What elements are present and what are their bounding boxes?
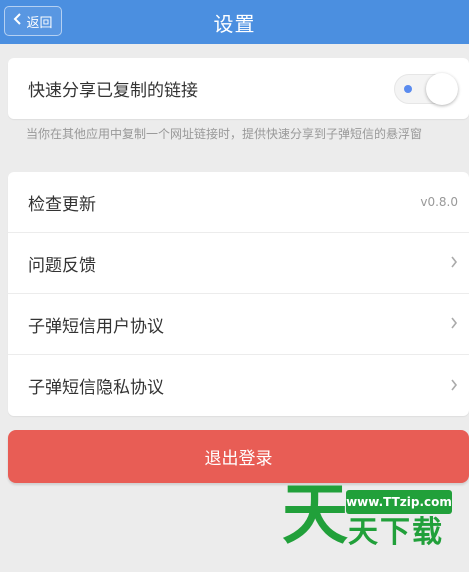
menu-item-label: 子弹短信用户协议 [28, 316, 164, 337]
share-hint-text: 当你在其他应用中复制一个网址链接时，提供快速分享到子弹短信的悬浮窗 [26, 127, 423, 141]
logout-button[interactable]: 退出登录 [8, 430, 469, 483]
share-setting-label: 快速分享已复制的链接 [28, 81, 198, 101]
chevron-left-icon [13, 13, 23, 29]
menu-item-check-update[interactable]: 检查更新 v0.8.0 [8, 172, 469, 233]
share-toggle[interactable] [394, 72, 458, 105]
back-label: 返回 [26, 15, 53, 31]
chevron-right-icon [450, 254, 458, 272]
menu-item-privacy-agreement[interactable]: 子弹短信隐私协议 [8, 355, 469, 416]
chevron-right-icon [450, 377, 458, 395]
chevron-right-icon [450, 315, 458, 333]
share-card: 快速分享已复制的链接 [8, 58, 469, 119]
watermark-url: www.TTzip.com [346, 490, 452, 514]
page-title: 设置 [213, 11, 256, 36]
watermark-text: 天下载 [348, 515, 444, 550]
menu-item-label: 问题反馈 [28, 255, 96, 276]
header-bar: 返回 设置 [0, 0, 469, 44]
logout-label: 退出登录 [204, 449, 273, 469]
menu-item-label: 检查更新 [28, 194, 96, 215]
menu-item-label: 子弹短信隐私协议 [28, 378, 164, 398]
back-button[interactable]: 返回 [4, 6, 62, 36]
toggle-indicator-dot [404, 84, 412, 93]
version-value: v0.8.0 [420, 195, 458, 209]
watermark-logo: 天 www.TTzip.com 天下载 [282, 482, 469, 572]
menu-item-feedback[interactable]: 问题反馈 [8, 233, 469, 294]
toggle-knob [426, 72, 458, 105]
watermark-char: 天 [282, 476, 348, 553]
menu-card: 检查更新 v0.8.0 问题反馈 子弹短信用户协议 子弹短信隐私协议 [8, 172, 469, 416]
share-setting-row: 快速分享已复制的链接 [8, 58, 469, 119]
menu-item-user-agreement[interactable]: 子弹短信用户协议 [8, 294, 469, 355]
